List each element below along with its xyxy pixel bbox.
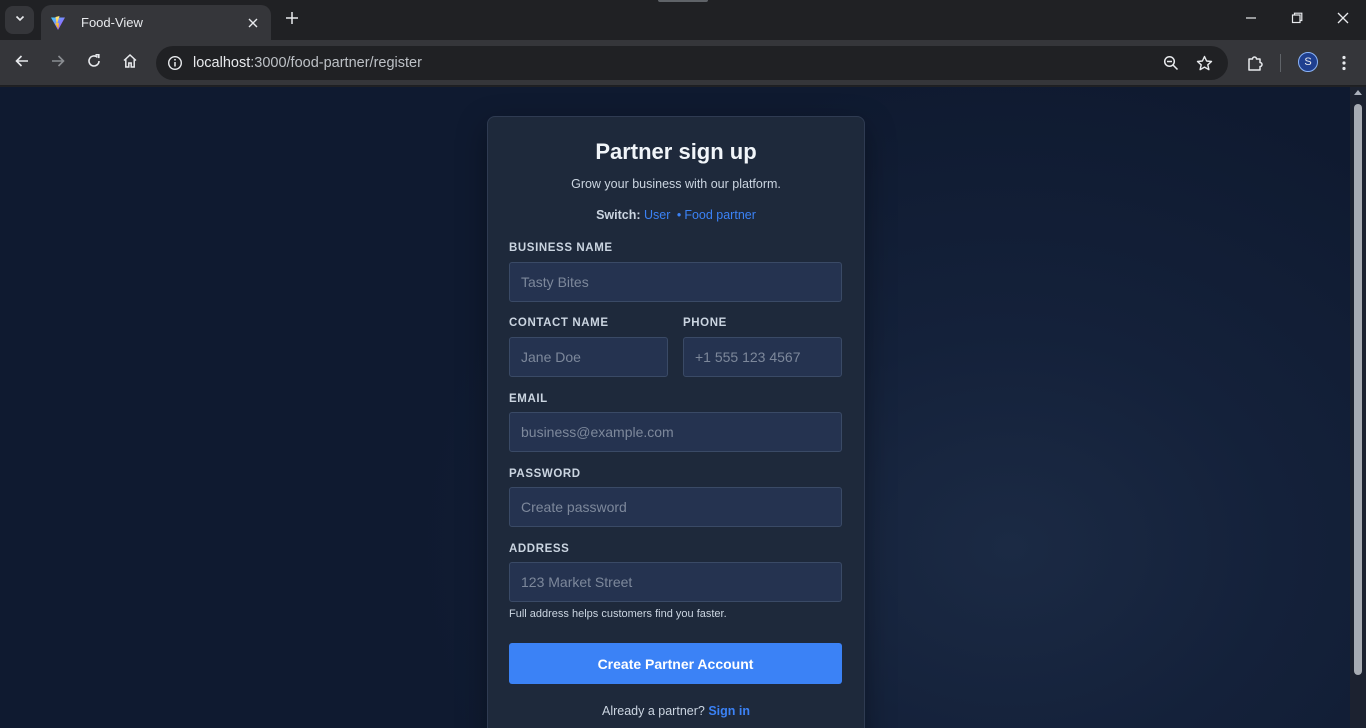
home-button[interactable] — [116, 49, 144, 77]
page-title: Partner sign up — [595, 139, 757, 164]
phone-label: PHONE — [683, 317, 727, 329]
url-path: :3000/food-partner/register — [250, 55, 422, 71]
minimize-icon — [1245, 11, 1257, 29]
create-partner-account-button[interactable]: Create Partner Account — [509, 643, 842, 684]
close-icon — [1337, 11, 1349, 29]
forward-button[interactable] — [44, 49, 72, 77]
password-input[interactable] — [509, 487, 842, 527]
new-tab-button[interactable] — [282, 10, 302, 30]
restore-icon — [1291, 11, 1303, 29]
footer-text: Already a partner? — [602, 704, 705, 718]
url-host: localhost — [193, 55, 251, 71]
switch-food-partner-link[interactable]: Food partner — [684, 208, 756, 222]
scrollbar-thumb[interactable] — [1354, 104, 1362, 675]
kebab-menu-icon[interactable] — [1332, 51, 1356, 75]
contact-name-label: CONTACT NAME — [509, 317, 609, 329]
page-viewport: Partner sign up Grow your business with … — [0, 87, 1350, 728]
signup-card: Partner sign up Grow your business with … — [487, 116, 865, 728]
page-subtitle: Grow your business with our platform. — [571, 177, 781, 191]
arrow-right-icon — [50, 53, 66, 74]
url-text[interactable]: localhost:3000/food-partner/register — [193, 46, 422, 80]
close-window-button[interactable] — [1328, 6, 1358, 34]
zoom-out-icon[interactable] — [1161, 53, 1181, 73]
phone-input[interactable] — [683, 337, 842, 377]
tab-title: Food-View — [81, 15, 143, 30]
browser-tab[interactable]: Food-View — [41, 5, 271, 40]
address-bar[interactable]: localhost:3000/food-partner/register — [156, 46, 1228, 80]
star-icon[interactable] — [1194, 53, 1214, 73]
back-button[interactable] — [8, 49, 36, 77]
minimize-button[interactable] — [1236, 6, 1266, 34]
scroll-up-arrow-icon[interactable] — [1354, 90, 1362, 95]
address-label: ADDRESS — [509, 543, 570, 555]
sign-in-link[interactable]: Sign in — [708, 704, 750, 718]
password-label: PASSWORD — [509, 468, 581, 480]
switch-user-link[interactable]: User — [644, 208, 670, 222]
tab-strip: Food-View — [0, 0, 1366, 40]
account-type-switch: Switch: User • Food partner — [488, 208, 864, 222]
tab-search-button[interactable] — [5, 6, 34, 34]
browser-toolbar: localhost:3000/food-partner/register S — [0, 40, 1366, 86]
business-name-label: BUSINESS NAME — [509, 242, 613, 254]
email-label: EMAIL — [509, 393, 548, 405]
toolbar-divider — [1280, 54, 1281, 72]
vite-logo-icon — [50, 15, 66, 31]
contact-name-input[interactable] — [509, 337, 668, 377]
home-icon — [122, 53, 138, 74]
switch-separator: • — [676, 208, 682, 222]
puzzle-icon[interactable] — [1243, 51, 1267, 75]
reload-button[interactable] — [80, 49, 108, 77]
business-name-input[interactable] — [509, 262, 842, 302]
tab-strip-indicator — [658, 0, 708, 2]
address-input[interactable] — [509, 562, 842, 602]
restore-button[interactable] — [1282, 6, 1312, 34]
plus-icon — [285, 11, 299, 30]
address-hint: Full address helps customers find you fa… — [509, 608, 727, 620]
switch-label: Switch: — [596, 208, 641, 222]
avatar[interactable]: S — [1298, 52, 1318, 72]
signin-footer: Already a partner? Sign in — [488, 704, 864, 718]
chevron-down-icon — [14, 11, 26, 29]
info-icon[interactable] — [164, 52, 186, 74]
tab-close-icon[interactable] — [245, 15, 261, 31]
arrow-left-icon — [14, 53, 30, 74]
reload-icon — [86, 53, 102, 74]
email-input[interactable] — [509, 412, 842, 452]
